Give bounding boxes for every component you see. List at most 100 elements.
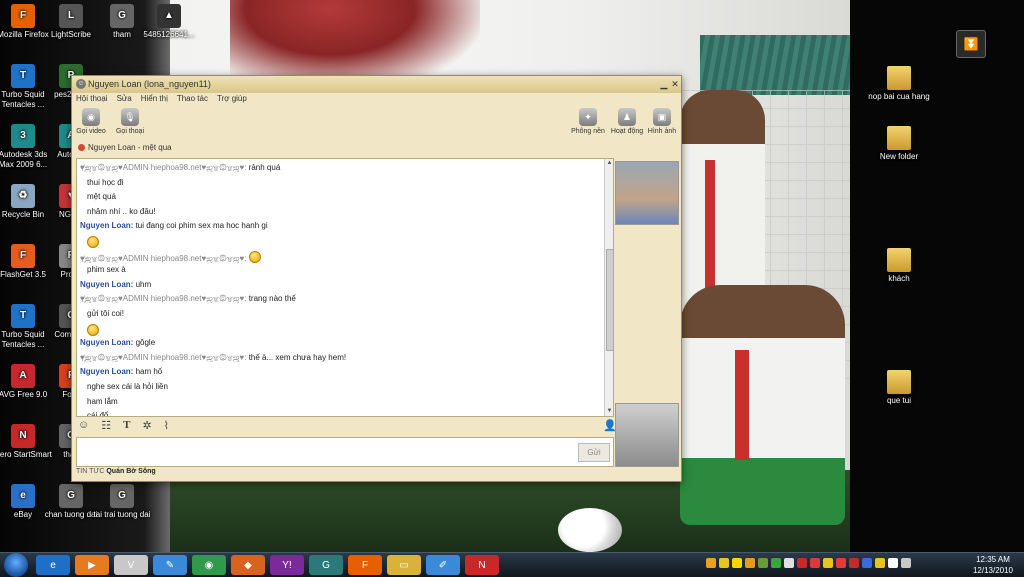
turbosquid-icon: T (11, 304, 35, 328)
tray-icon[interactable] (784, 558, 794, 568)
tray-icon[interactable] (836, 558, 846, 568)
background-button[interactable]: ✦ Phông nền (566, 108, 610, 135)
tray-icon[interactable] (758, 558, 768, 568)
menu-item[interactable]: Trợ giúp (217, 94, 247, 106)
nudge-icon[interactable]: ☷ (101, 419, 111, 433)
unikey-icon[interactable]: V (114, 555, 148, 575)
emoticon-icon[interactable]: ☺ (78, 419, 89, 433)
garena-icon[interactable]: G (309, 555, 343, 575)
text-format-icon[interactable]: T (123, 419, 130, 433)
clock[interactable]: 12:35 AM 12/13/2010 (968, 554, 1018, 576)
ie-icon[interactable]: e (36, 555, 70, 575)
message-text: rảnh quá (248, 163, 281, 172)
nero-icon: N (11, 424, 35, 448)
send-button[interactable]: Gửi (578, 443, 610, 462)
desktop-icon[interactable]: Gtai trai tuong dai (90, 484, 154, 520)
tray-icon[interactable] (901, 558, 911, 568)
message-sender: Nguyen Loan: (80, 367, 136, 377)
show-desktop-widget[interactable]: ⏬ (956, 30, 986, 58)
tray-icon[interactable] (888, 558, 898, 568)
message-sender: ♥҉ஜ۩۞۩ஜ♥ADMIN hiephoa98.net♥ஜ۩۞۩ஜ♥: (80, 294, 249, 304)
desktop-icon[interactable]: khách (867, 248, 931, 284)
contact-avatar[interactable] (615, 161, 679, 225)
menu-item[interactable]: Hiển thị (141, 94, 168, 106)
image-icon: ▲ (157, 4, 181, 28)
message-row (87, 323, 99, 336)
tray-icon[interactable] (706, 558, 716, 568)
file-icon: G (59, 484, 83, 508)
app-icon[interactable]: ◆ (231, 555, 265, 575)
3dsmax-icon: 3 (11, 124, 35, 148)
menu-item[interactable]: Hội thoại (76, 94, 108, 106)
desktop-icon-label: khách (888, 274, 910, 283)
recycle-bin-icon: ♻ (11, 184, 35, 208)
flashget-icon: F (11, 244, 35, 268)
menu-item[interactable]: Sửa (117, 94, 132, 106)
message-row: mệt quá (87, 192, 116, 201)
tray-icon[interactable] (771, 558, 781, 568)
message-row: ham lắm (87, 397, 118, 406)
paint-icon[interactable]: ✐ (426, 555, 460, 575)
video-call-label: Gọi video (76, 128, 106, 135)
minimize-button[interactable]: ▁ (659, 80, 669, 89)
firefox-icon[interactable]: F (348, 555, 382, 575)
wallpaper-person-crouching (680, 285, 845, 525)
plugin-icon[interactable]: ✲ (142, 419, 151, 433)
message-row: thui học đi (87, 178, 123, 187)
tray-icon[interactable] (797, 558, 807, 568)
images-button[interactable]: ▣ Hình ảnh (640, 108, 684, 135)
message-sender: Nguyen Loan: (80, 279, 136, 289)
message-scrollbar[interactable]: ▲ ▼ (604, 159, 613, 416)
desktop-icon-label: 5485126641... (143, 30, 195, 39)
tray-icon[interactable] (849, 558, 859, 568)
tray-icon[interactable] (745, 558, 755, 568)
news-ticker[interactable]: TIN TỨC Quán Bờ Sông (76, 468, 156, 475)
folder-icon (887, 66, 911, 90)
chrome-icon[interactable]: ◉ (192, 555, 226, 575)
close-button[interactable]: ✕ (670, 80, 680, 89)
scroll-up-arrow-icon[interactable]: ▲ (605, 159, 613, 168)
message-row: phim sex à (87, 265, 126, 274)
desktop-icon[interactable]: ▲ 5485126641... (137, 4, 201, 40)
tray-icon[interactable] (719, 558, 729, 568)
message-text: mệt quá (87, 192, 116, 202)
chat-titlebar[interactable]: ☺ Nguyen Loan (lona_nguyen11) ▁ ✕ (72, 76, 681, 93)
news-headline[interactable]: Quán Bờ Sông (106, 468, 155, 475)
contacts-icon[interactable]: 👤 (603, 419, 617, 433)
explorer-icon[interactable]: ▭ (387, 555, 421, 575)
desktop-icon[interactable]: nop bai cua hang (867, 66, 931, 102)
message-row (87, 236, 99, 248)
user-avatar[interactable] (615, 403, 679, 467)
message-text: thế à... xem chưa hay hem! (248, 352, 347, 362)
message-sender: ♥҉ஜ۩۞۩ஜ♥ADMIN hiephoa98.net♥ஜ۩۞۩ஜ♥: (80, 253, 249, 263)
tray-icon[interactable] (732, 558, 742, 568)
desktop-icon[interactable]: New folder (867, 126, 931, 162)
start-button[interactable] (4, 553, 28, 577)
message-row: cái đổ (87, 411, 108, 416)
scrollbar-thumb[interactable] (606, 249, 613, 351)
pen-icon[interactable]: ✎ (153, 555, 187, 575)
video-call-button[interactable]: ◉ Gọi video (69, 108, 113, 135)
yahoo-messenger-icon[interactable]: Y! (270, 555, 304, 575)
message-input[interactable]: Gửi (76, 437, 614, 467)
chat-title: Nguyen Loan (lona_nguyen11) (88, 79, 211, 89)
activity-label: Hoạt động (610, 128, 644, 135)
media-player-icon[interactable]: ▶ (75, 555, 109, 575)
folder-icon (887, 248, 911, 272)
turbosquid-icon: T (11, 64, 35, 88)
tray-icon[interactable] (823, 558, 833, 568)
desktop-icon[interactable]: que tui (867, 370, 931, 406)
smiley-emoticon-icon (248, 250, 261, 263)
tray-icon[interactable] (875, 558, 885, 568)
menu-item[interactable]: Thao tác (177, 94, 208, 106)
contact-status-text: Nguyen Loan - mệt qua (88, 143, 172, 152)
tray-icon[interactable] (862, 558, 872, 568)
message-history[interactable]: ♥҉ஜ۩۞۩ஜ♥ADMIN hiephoa98.net♥ஜ۩۞۩ஜ♥: rảnh… (76, 158, 614, 417)
voice-call-button[interactable]: 🎙 Gọi thoại (108, 108, 152, 135)
file-icon: G (110, 4, 134, 28)
tray-icon[interactable] (810, 558, 820, 568)
attach-icon[interactable]: ⌇ (164, 419, 169, 433)
nero-icon[interactable]: N (465, 555, 499, 575)
scroll-down-arrow-icon[interactable]: ▼ (605, 407, 613, 416)
messenger-icon: ☺ (76, 79, 86, 89)
